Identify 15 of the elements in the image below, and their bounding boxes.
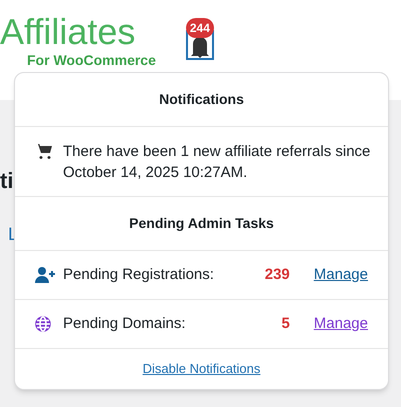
manage-link[interactable]: Manage [314, 312, 368, 336]
notification-count-badge: 244 [186, 18, 214, 38]
page-heading: ti [0, 167, 14, 195]
tasks-title: Pending Admin Tasks [129, 214, 274, 233]
cart-icon [35, 144, 53, 159]
popover-title: Notifications [159, 90, 244, 109]
disable-notifications-link[interactable]: Disable Notifications [142, 359, 260, 379]
logo-subtitle: For WooCommerce [26, 52, 156, 68]
manage-link[interactable]: Manage [314, 264, 368, 286]
task-label: Pending Domains: [63, 314, 187, 334]
task-label: Pending Registrations: [63, 264, 215, 285]
referral-message: There have been 1 new affiliate referrals since October 14, 2025 10:27AM. [63, 142, 372, 183]
task-count: 239 [264, 264, 290, 285]
task-count: 5 [280, 314, 290, 334]
logo-title: Affiliates [0, 12, 136, 52]
